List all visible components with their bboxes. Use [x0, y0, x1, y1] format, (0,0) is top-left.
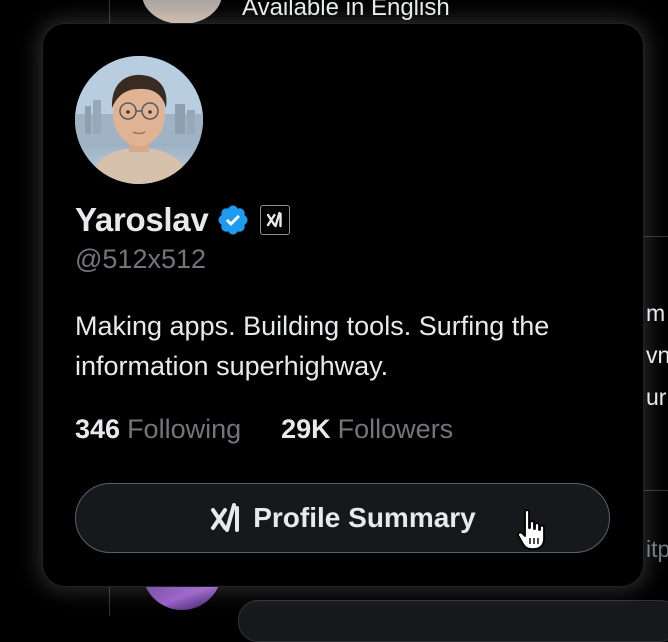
- x-ai-affiliate-icon[interactable]: [260, 205, 291, 235]
- feed-text-fragment: itp: [646, 536, 668, 562]
- profile-name-row: Yaroslav: [75, 200, 291, 240]
- feed-text-fragment: ur: [646, 384, 667, 410]
- followers-stat-link[interactable]: 29K Followers: [281, 414, 453, 445]
- following-count: 346: [75, 414, 121, 444]
- following-label: Following: [127, 414, 242, 444]
- verified-badge-icon[interactable]: [216, 203, 250, 237]
- followers-count: 29K: [281, 414, 331, 444]
- feed-text-fragment: m: [646, 300, 666, 326]
- feed-divider: [640, 490, 668, 491]
- feed-divider: [640, 236, 668, 237]
- feed-avatar[interactable]: [142, 0, 222, 24]
- profile-bio: Making apps. Building tools. Surfing the…: [75, 311, 550, 381]
- followers-label: Followers: [337, 414, 454, 444]
- profile-summary-label: Profile Summary: [253, 502, 476, 533]
- profile-photo: [75, 56, 203, 184]
- profile-avatar[interactable]: [75, 56, 203, 184]
- profile-stats: 346 Following 29K Followers: [75, 414, 453, 445]
- following-stat-link[interactable]: 346 Following: [75, 414, 241, 445]
- display-name[interactable]: Yaroslav: [75, 201, 209, 239]
- feed-post-text: Available in English: [242, 0, 450, 21]
- feed-media-card[interactable]: [238, 600, 668, 642]
- profile-handle[interactable]: @512x512: [75, 244, 206, 275]
- grok-icon: [209, 501, 243, 535]
- profile-hover-card: Yaroslav @512x512 Making apps. Building …: [43, 24, 643, 586]
- hand-pointer-cursor-icon: [516, 508, 552, 552]
- feed-text-fragment: vn: [646, 342, 668, 368]
